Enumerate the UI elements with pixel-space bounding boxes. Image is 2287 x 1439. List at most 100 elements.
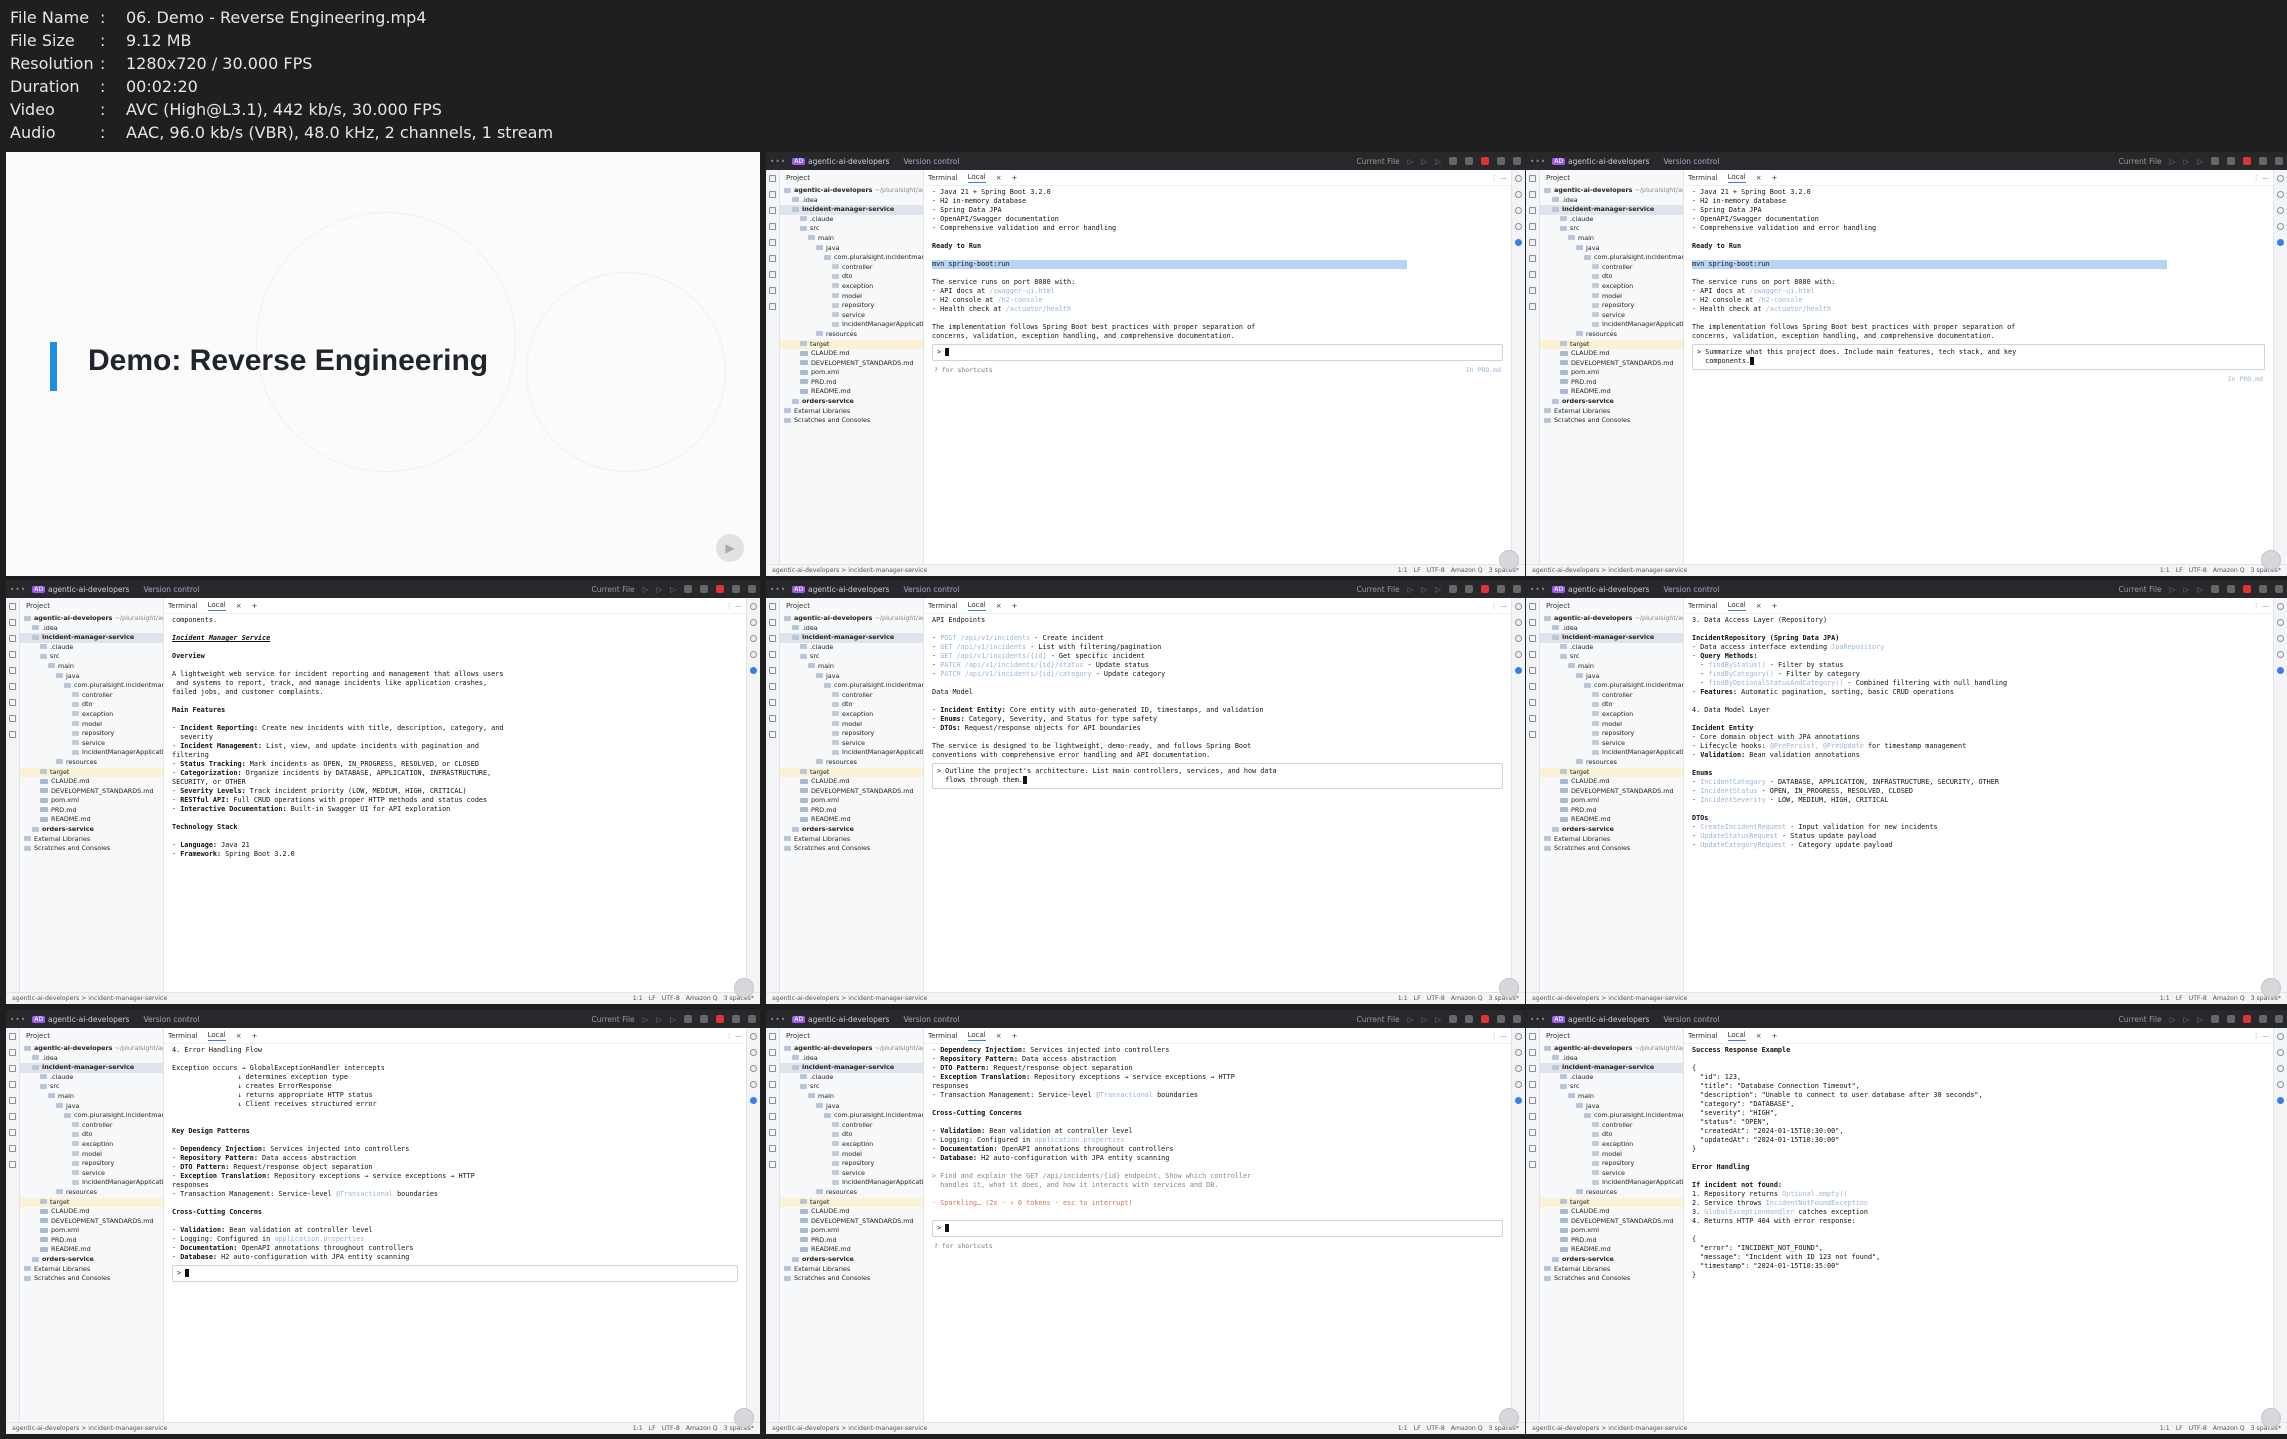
version-control-dropdown[interactable]: Version control bbox=[143, 585, 199, 594]
project-tree-item[interactable]: com.pluralsight.incidentman bbox=[20, 1111, 163, 1121]
project-tree-item[interactable]: orders-service bbox=[20, 1255, 163, 1265]
terminal-options-icon[interactable]: ⋮ — bbox=[1491, 1032, 1507, 1040]
project-tree-item[interactable]: DEVELOPMENT_STANDARDS.md bbox=[780, 1217, 923, 1227]
status-item[interactable]: LF bbox=[649, 1425, 656, 1432]
project-tree-item[interactable]: controller bbox=[20, 691, 163, 701]
project-tree-item[interactable]: incident-manager-service bbox=[20, 633, 163, 643]
terminal-tab[interactable]: Terminal bbox=[1688, 602, 1718, 610]
gradle-icon[interactable] bbox=[2277, 207, 2284, 214]
project-tree-item[interactable]: controller bbox=[780, 1121, 923, 1131]
project-tree-item[interactable]: agentic-ai-developers ~/pluralsight/agen… bbox=[1540, 186, 1683, 196]
debug-icon[interactable]: ▷ bbox=[656, 1015, 662, 1024]
project-tree-item[interactable]: model bbox=[1540, 1150, 1683, 1160]
play-icon[interactable] bbox=[1499, 1408, 1519, 1428]
ai-assistant-icon[interactable] bbox=[1515, 239, 1522, 246]
ai-assistant-icon[interactable] bbox=[1515, 667, 1522, 674]
breadcrumb[interactable]: agentic-ai-developers > incident-manager… bbox=[772, 995, 927, 1002]
project-tree-item[interactable]: Scratches and Consoles bbox=[1540, 1274, 1683, 1284]
debug-icon[interactable]: ▷ bbox=[1421, 157, 1427, 166]
breadcrumb[interactable]: agentic-ai-developers > incident-manager… bbox=[12, 995, 167, 1002]
project-tree-item[interactable]: CLAUDE.md bbox=[1540, 1207, 1683, 1217]
notification-icon[interactable] bbox=[1481, 157, 1489, 165]
project-tree-item[interactable]: .claude bbox=[1540, 1073, 1683, 1083]
project-tree-item[interactable]: com.pluralsight.incidentman bbox=[780, 681, 923, 691]
status-item[interactable]: 1:1 bbox=[1398, 567, 1408, 574]
ai-icon[interactable] bbox=[2211, 1015, 2219, 1023]
project-tree-item[interactable]: .idea bbox=[20, 624, 163, 634]
notifications-icon[interactable] bbox=[2277, 603, 2284, 610]
search-icon[interactable] bbox=[1497, 1015, 1505, 1023]
project-tree-item[interactable]: orders-service bbox=[1540, 1255, 1683, 1265]
database-icon[interactable] bbox=[750, 1081, 757, 1088]
project-tree-item[interactable]: incident-manager-service bbox=[780, 205, 923, 215]
gradle-icon[interactable] bbox=[750, 1065, 757, 1072]
project-tree-item[interactable]: IncidentManagerApplicati bbox=[780, 748, 923, 758]
bookmarks-icon[interactable] bbox=[1529, 223, 1536, 230]
git-icon[interactable] bbox=[1529, 699, 1536, 706]
search-icon[interactable] bbox=[1497, 157, 1505, 165]
search-icon[interactable] bbox=[2259, 1015, 2267, 1023]
play-icon[interactable] bbox=[2261, 550, 2281, 570]
project-tree-item[interactable]: exception bbox=[780, 1140, 923, 1150]
project-panel-title[interactable]: Project bbox=[780, 170, 923, 186]
play-icon[interactable] bbox=[2261, 1408, 2281, 1428]
ai-icon[interactable] bbox=[2211, 585, 2219, 593]
project-tree-item[interactable]: PRD.md bbox=[1540, 806, 1683, 816]
project-tree-item[interactable]: exception bbox=[780, 710, 923, 720]
project-tree-item[interactable]: java bbox=[20, 1102, 163, 1112]
project-tree-item[interactable]: exception bbox=[20, 1140, 163, 1150]
project-panel-title[interactable]: Project bbox=[780, 1028, 923, 1044]
status-item[interactable]: LF bbox=[2176, 567, 2183, 574]
project-tree-item[interactable]: service bbox=[780, 311, 923, 321]
window-menu-icon[interactable]: ••• bbox=[1530, 157, 1546, 166]
ai-assistant-icon[interactable] bbox=[1515, 1097, 1522, 1104]
terminal-options-icon[interactable]: ⋮ — bbox=[1491, 602, 1507, 610]
commit-icon[interactable] bbox=[9, 619, 16, 626]
project-tree-item[interactable]: orders-service bbox=[20, 825, 163, 835]
run-icon[interactable]: ▷ bbox=[2170, 1015, 2176, 1024]
new-tab-button[interactable]: + bbox=[252, 602, 258, 610]
project-tree-item[interactable]: PRD.md bbox=[780, 1236, 923, 1246]
ai-icon[interactable] bbox=[1449, 1015, 1457, 1023]
run-config-dropdown[interactable]: Current File bbox=[2119, 157, 2162, 166]
project-tree-item[interactable]: IncidentManagerApplicati bbox=[1540, 320, 1683, 330]
project-tree-item[interactable]: pom.xml bbox=[1540, 368, 1683, 378]
bookmarks-icon[interactable] bbox=[9, 651, 16, 658]
database-icon[interactable] bbox=[750, 651, 757, 658]
project-tree-item[interactable]: controller bbox=[20, 1121, 163, 1131]
project-tree-item[interactable]: controller bbox=[1540, 691, 1683, 701]
local-tab[interactable]: Local bbox=[1727, 1031, 1746, 1041]
project-name-dropdown[interactable]: agentic-ai-developers bbox=[808, 157, 889, 166]
ai-icon[interactable] bbox=[1449, 585, 1457, 593]
database-icon[interactable] bbox=[2277, 223, 2284, 230]
project-tree-item[interactable]: service bbox=[1540, 739, 1683, 749]
close-tab-icon[interactable]: × bbox=[236, 1032, 242, 1040]
project-tree-item[interactable]: main bbox=[780, 234, 923, 244]
terminal-icon[interactable] bbox=[769, 1097, 776, 1104]
project-tree-item[interactable]: model bbox=[1540, 292, 1683, 302]
database-icon[interactable] bbox=[1515, 223, 1522, 230]
project-tree-item[interactable]: pom.xml bbox=[20, 1226, 163, 1236]
git-icon[interactable] bbox=[769, 1129, 776, 1136]
git-icon[interactable] bbox=[9, 1129, 16, 1136]
folder-icon[interactable] bbox=[769, 1033, 776, 1040]
project-tree-item[interactable]: service bbox=[780, 739, 923, 749]
close-tab-icon[interactable]: × bbox=[236, 602, 242, 610]
project-tree-item[interactable]: DEVELOPMENT_STANDARDS.md bbox=[20, 1217, 163, 1227]
local-tab[interactable]: Local bbox=[1727, 173, 1746, 183]
ai-icon[interactable] bbox=[2211, 157, 2219, 165]
search-icon[interactable] bbox=[732, 1015, 740, 1023]
status-item[interactable]: 1:1 bbox=[2160, 567, 2170, 574]
settings-icon[interactable] bbox=[1513, 585, 1521, 593]
project-tree-item[interactable]: com.pluralsight.incidentman bbox=[20, 681, 163, 691]
project-tree-item[interactable]: controller bbox=[1540, 263, 1683, 273]
stop-icon[interactable]: ▷ bbox=[1435, 585, 1441, 594]
git-icon[interactable] bbox=[1529, 1129, 1536, 1136]
project-tree-item[interactable]: CLAUDE.md bbox=[780, 1207, 923, 1217]
new-tab-button[interactable]: + bbox=[1012, 602, 1018, 610]
project-tree-item[interactable]: exception bbox=[1540, 282, 1683, 292]
run-config-dropdown[interactable]: Current File bbox=[2119, 585, 2162, 594]
project-tree-item[interactable]: dto bbox=[780, 272, 923, 282]
debug-icon[interactable]: ▷ bbox=[656, 585, 662, 594]
status-item[interactable]: 1:1 bbox=[2160, 995, 2170, 1002]
